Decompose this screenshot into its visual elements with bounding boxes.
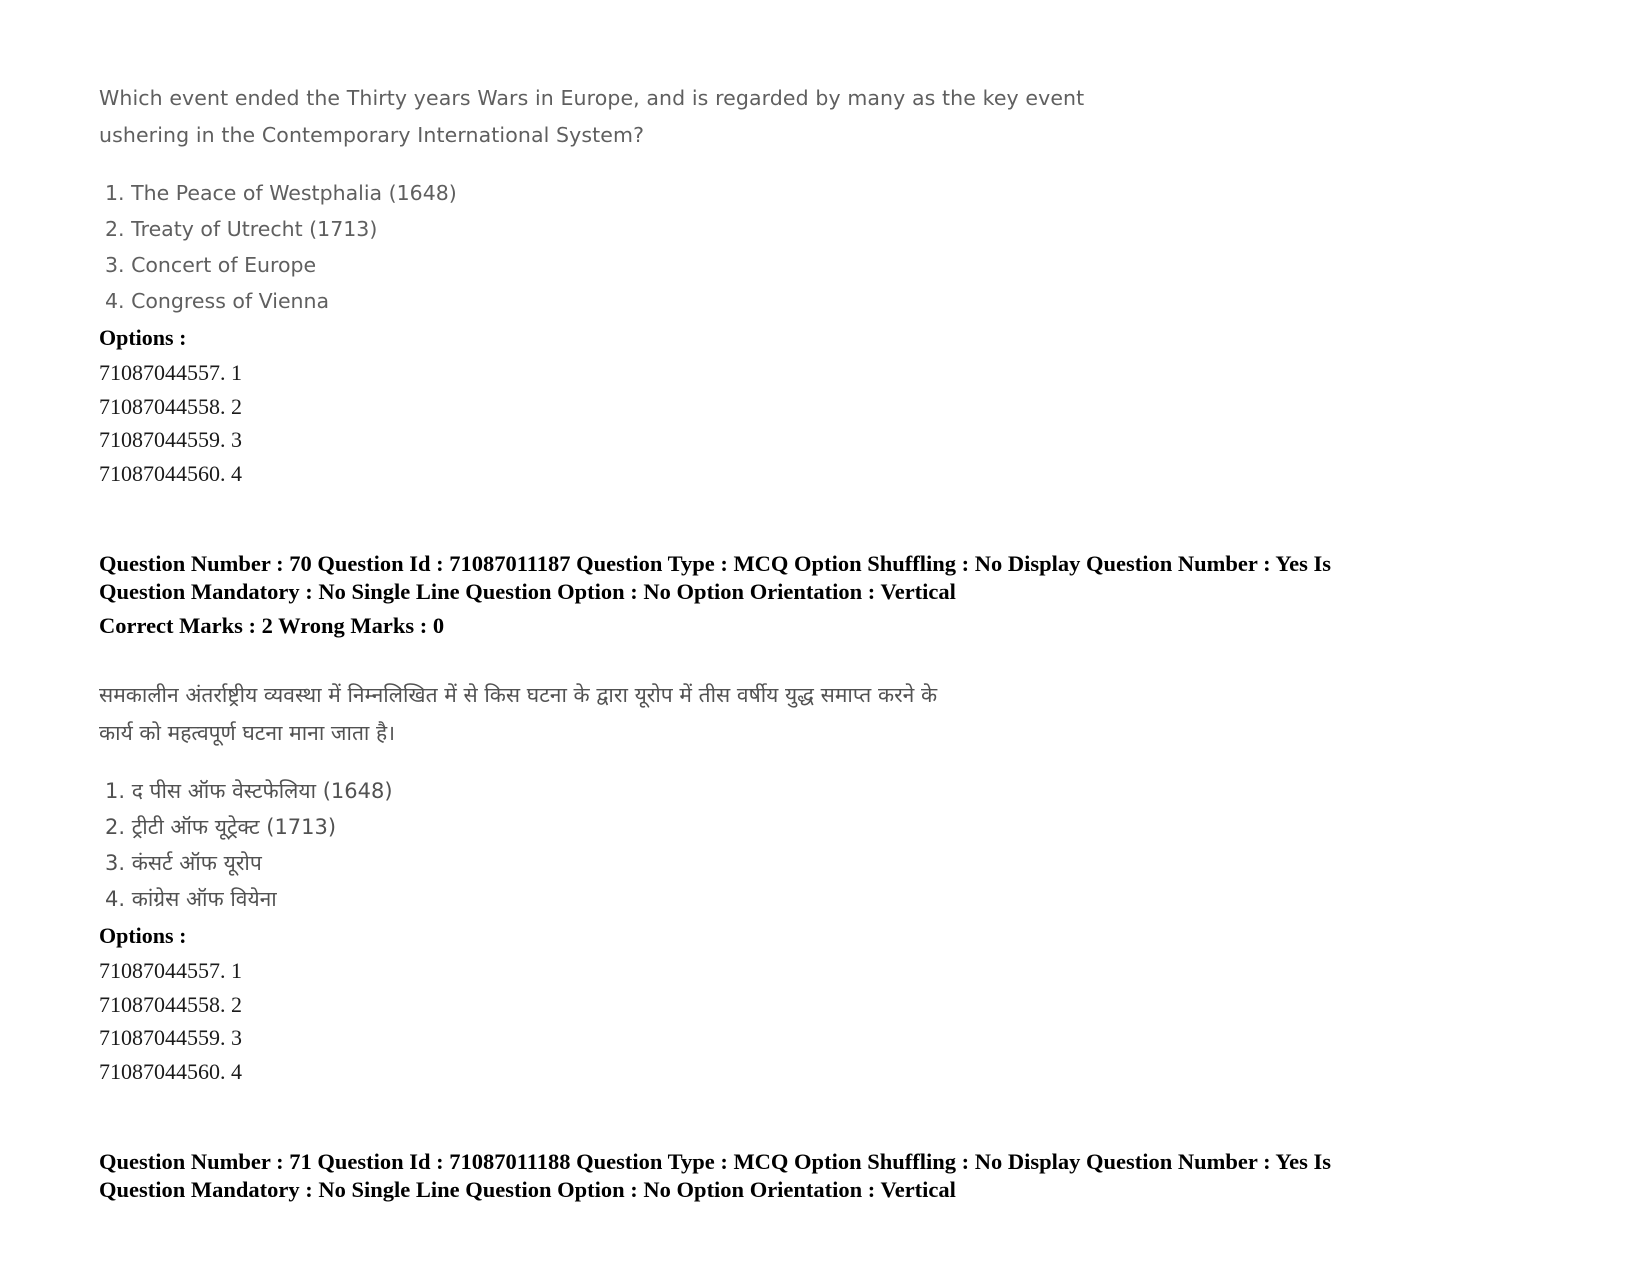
choice-item: 3. कंसर्ट ऑफ यूरोप bbox=[105, 851, 262, 875]
options-label-english: Options : bbox=[99, 325, 187, 350]
option-id-row: 71087044560. 4 bbox=[99, 1058, 242, 1084]
option-id-row: 71087044557. 1 bbox=[99, 360, 242, 385]
option-id-list-english: 71087044557. 1 71087044558. 2 7108704455… bbox=[99, 356, 1429, 490]
choice-item: 1. The Peace of Westphalia (1648) bbox=[105, 181, 457, 205]
question-stem-line: समकालीन अंतर्राष्ट्रीय व्यवस्था में निम्… bbox=[99, 683, 938, 707]
question-metadata-70: Question Number : 70 Question Id : 71087… bbox=[99, 550, 1429, 606]
question-stem-line: ushering in the Contemporary Internation… bbox=[99, 123, 645, 147]
choice-item: 3. Concert of Europe bbox=[105, 253, 317, 277]
choice-item: 2. Treaty of Utrecht (1713) bbox=[105, 217, 378, 241]
option-id-list-hindi: 71087044557. 1 71087044558. 2 7108704455… bbox=[99, 954, 1429, 1088]
question-stem-english: Which event ended the Thirty years Wars … bbox=[99, 80, 1429, 154]
metadata-line: Question Mandatory : No Single Line Ques… bbox=[99, 579, 956, 604]
option-id-row: 71087044560. 4 bbox=[99, 460, 242, 486]
question-stem-line: कार्य को महत्वपूर्ण घटना माना जाता है। bbox=[99, 721, 396, 745]
option-id-row: 71087044559. 3 bbox=[99, 427, 242, 452]
question-stem-line: Which event ended the Thirty years Wars … bbox=[99, 86, 1085, 110]
choice-item: 2. ट्रीटी ऑफ यूट्रेक्ट (1713) bbox=[105, 815, 337, 839]
metadata-line: Question Number : 70 Question Id : 71087… bbox=[99, 551, 1332, 576]
choice-item: 4. कांग्रेस ऑफ वियेना bbox=[105, 887, 277, 911]
option-id-row: 71087044557. 1 bbox=[99, 958, 242, 983]
question-metadata-71: Question Number : 71 Question Id : 71087… bbox=[99, 1148, 1429, 1204]
options-label-hindi: Options : bbox=[99, 923, 187, 948]
page-content: Which event ended the Thirty years Wars … bbox=[99, 80, 1429, 1204]
metadata-line: Question Number : 71 Question Id : 71087… bbox=[99, 1149, 1332, 1174]
document-page: Which event ended the Thirty years Wars … bbox=[0, 0, 1650, 1275]
option-id-row: 71087044559. 3 bbox=[99, 1025, 242, 1050]
choice-item: 4. Congress of Vienna bbox=[105, 289, 330, 313]
marks-line-70: Correct Marks : 2 Wrong Marks : 0 bbox=[99, 613, 445, 638]
choice-list-hindi: 1. द पीस ऑफ वेस्टफेलिया (1648) 2. ट्रीटी… bbox=[99, 773, 1429, 917]
choice-item: 1. द पीस ऑफ वेस्टफेलिया (1648) bbox=[105, 779, 393, 803]
metadata-line: Question Mandatory : No Single Line Ques… bbox=[99, 1177, 956, 1202]
option-id-row: 71087044558. 2 bbox=[99, 393, 242, 419]
question-stem-hindi: समकालीन अंतर्राष्ट्रीय व्यवस्था में निम्… bbox=[99, 676, 1429, 752]
choice-list-english: 1. The Peace of Westphalia (1648) 2. Tre… bbox=[99, 175, 1429, 319]
option-id-row: 71087044558. 2 bbox=[99, 991, 242, 1017]
